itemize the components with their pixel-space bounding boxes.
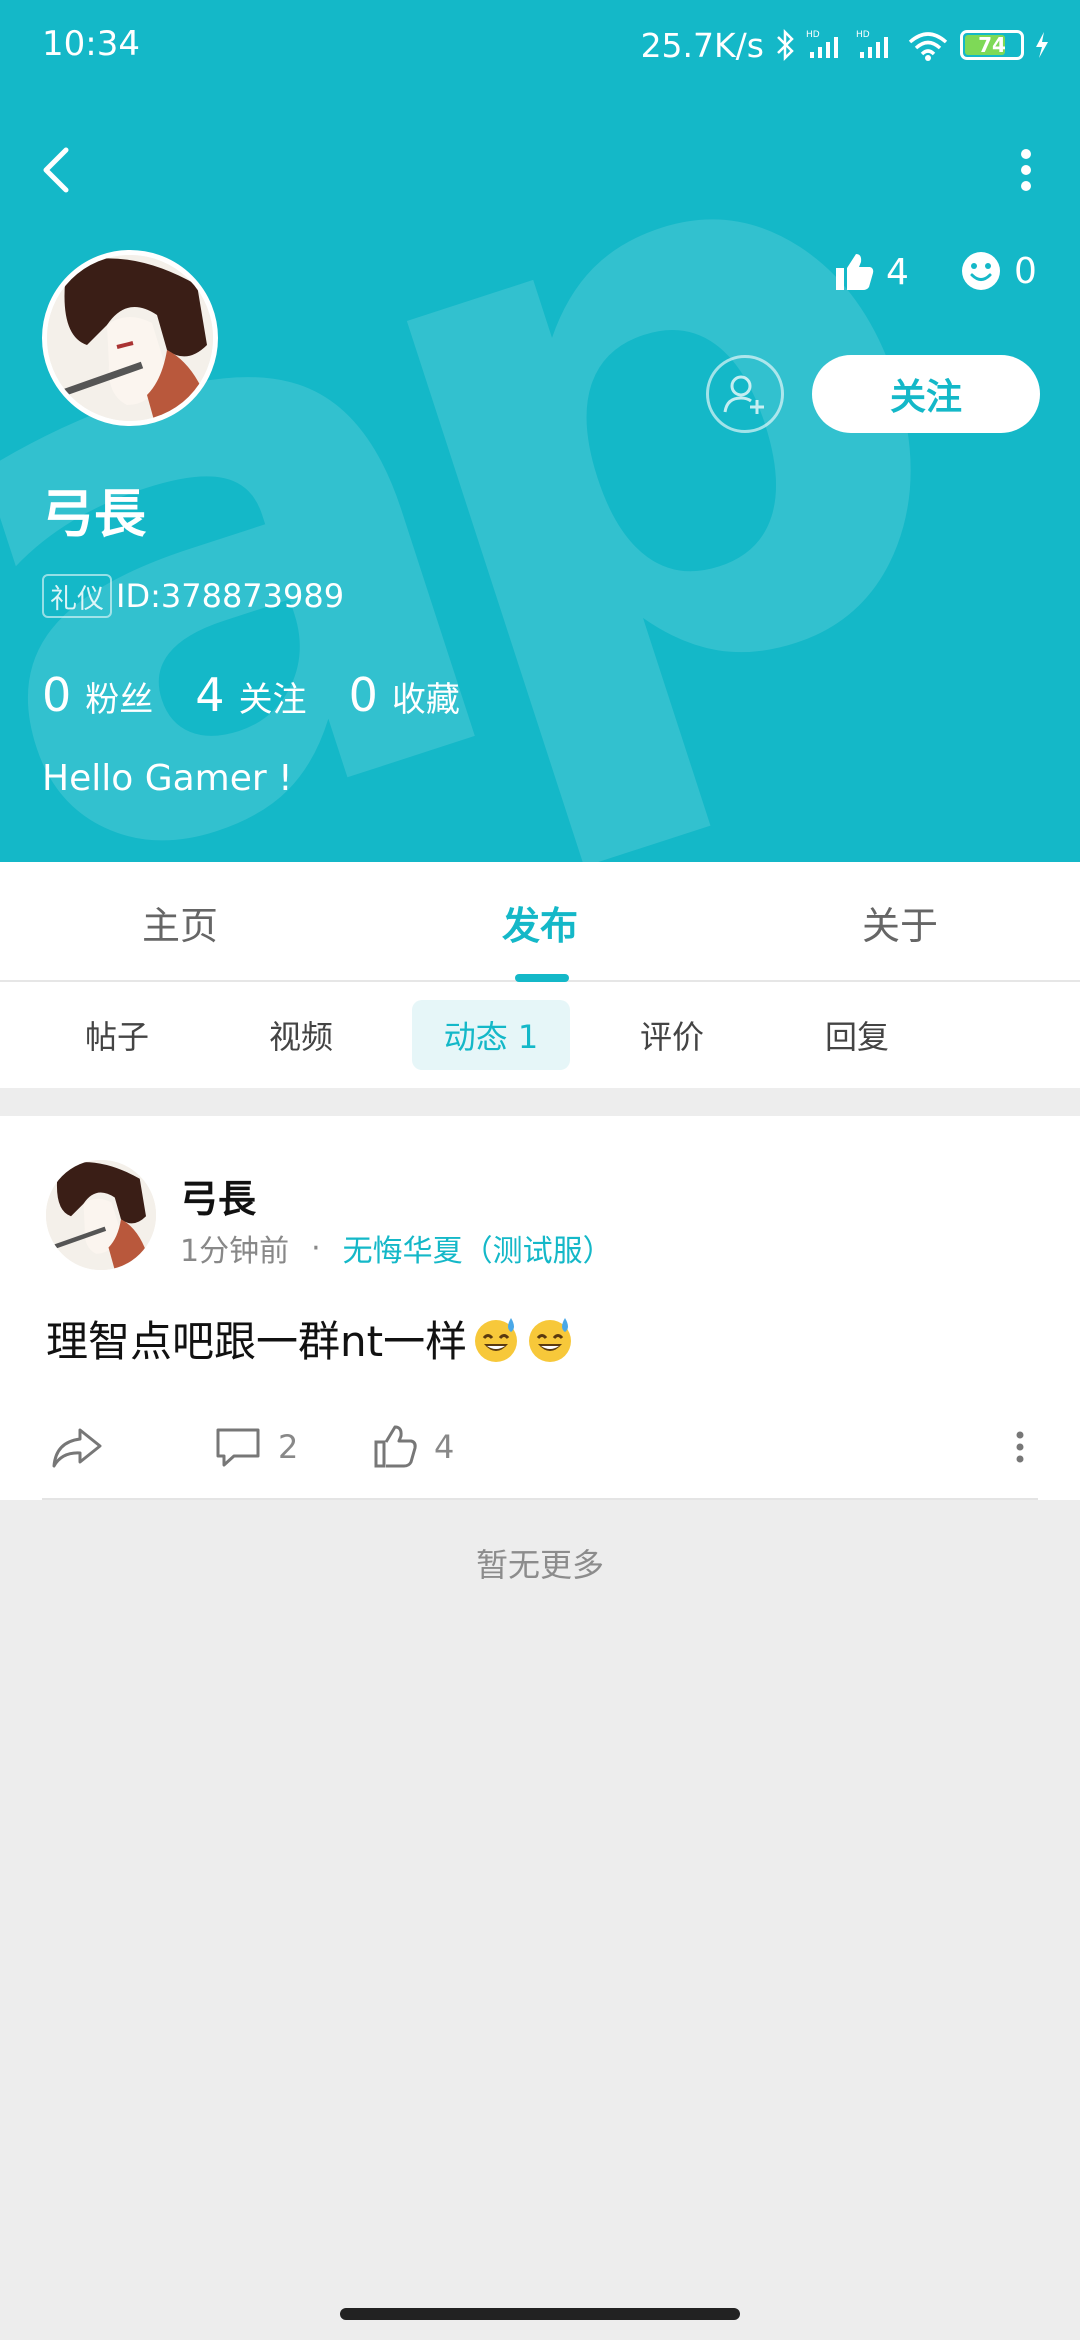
sweat-smile-emoji-icon: [475, 1317, 518, 1362]
user-add-icon: [723, 375, 764, 414]
favorites-count[interactable]: 0 收藏: [349, 668, 460, 722]
bluetooth-icon: [777, 28, 794, 62]
profile-id-row: 礼仪 ID:378873989: [42, 574, 344, 618]
add-friend-button[interactable]: [706, 355, 784, 433]
post-author-avatar[interactable]: [46, 1160, 156, 1270]
comment-count: 2: [278, 1428, 299, 1466]
post-text: 理智点吧跟一群nt一样: [46, 1317, 468, 1366]
profile-bio: Hello Gamer !: [42, 758, 293, 799]
tab-about[interactable]: 关于: [720, 862, 1080, 982]
post-meta-separator: ·: [311, 1230, 321, 1266]
tab-active-indicator: [515, 974, 569, 982]
comment-icon: [216, 1428, 260, 1467]
net-speed: 25.7K/s: [640, 25, 764, 65]
smile-icon: [962, 252, 1000, 290]
post-time: 1分钟前: [180, 1234, 290, 1269]
subtab-moments[interactable]: 动态 1: [412, 1000, 570, 1070]
profile-tabs: 主页 发布 关于: [0, 862, 1080, 982]
publish-subtabs: 帖子 视频 动态 1 评价 回复: [0, 982, 1080, 1088]
post-divider: [42, 1498, 1038, 1500]
likes-count: 4: [886, 251, 909, 293]
back-button[interactable]: [36, 140, 86, 200]
fans-count[interactable]: 0 粉丝: [42, 668, 153, 722]
signal-hd-icon: HD: [806, 30, 838, 58]
thumbs-up-outline-icon: [374, 1425, 417, 1468]
subtab-videos[interactable]: 视频: [222, 1000, 380, 1070]
likes-stat: 4: [832, 250, 909, 294]
fans-count-number: 0: [42, 668, 72, 722]
status-bar: 10:34 25.7K/s HD HD 74: [0, 0, 1080, 90]
profile-avatar[interactable]: [42, 250, 218, 426]
comment-button[interactable]: 2: [214, 1424, 298, 1470]
profile-username: 弓長: [42, 485, 147, 545]
like-button[interactable]: 4: [372, 1424, 454, 1470]
thumbs-up-icon: [836, 254, 874, 290]
charging-icon: [1036, 32, 1048, 58]
more-vertical-icon: [1021, 149, 1031, 191]
more-options-button[interactable]: [1006, 140, 1046, 200]
svg-text:HD: HD: [806, 30, 820, 40]
moment-post[interactable]: 弓長 1分钟前 · 无悔华夏（测试服） 理智点吧跟一群nt一样 2 4: [0, 1116, 1080, 1500]
no-more-text: 暂无更多: [475, 1546, 604, 1584]
wifi-icon: [908, 32, 948, 61]
post-author-name[interactable]: 弓長: [180, 1168, 256, 1223]
etiquette-badge: 礼仪: [42, 574, 112, 618]
subtab-threads[interactable]: 帖子: [38, 1000, 196, 1070]
tab-about-label: 关于: [861, 903, 938, 948]
fans-count-label: 粉丝: [85, 680, 154, 720]
profile-header: ap 10:34 25.7K/s HD HD 74 4 0 关注 弓長 礼仪 I…: [0, 0, 1080, 862]
subtab-reviews[interactable]: 评价: [593, 1000, 751, 1070]
profile-counts: 0 粉丝 4 关注 0 收藏: [42, 668, 502, 722]
favorites-count-number: 0: [348, 668, 378, 722]
following-count-label: 关注: [238, 680, 307, 720]
post-content: 理智点吧跟一群nt一样: [46, 1308, 575, 1369]
smile-stat: 0: [960, 250, 1037, 292]
like-count: 4: [434, 1428, 455, 1466]
subtab-replies[interactable]: 回复: [778, 1000, 936, 1070]
tab-home[interactable]: 主页: [0, 862, 360, 982]
share-button[interactable]: [50, 1424, 104, 1470]
favorites-count-label: 收藏: [391, 680, 460, 720]
profile-id: ID:378873989: [116, 577, 345, 615]
sweat-smile-emoji-icon: [529, 1317, 572, 1362]
battery-level: 74: [978, 33, 1006, 57]
status-icons: 25.7K/s HD HD 74: [641, 20, 1050, 70]
battery-icon: 74: [960, 30, 1024, 60]
tab-posts[interactable]: 发布: [360, 862, 720, 982]
more-vertical-icon: [1016, 1431, 1024, 1463]
following-count-number: 4: [195, 668, 225, 722]
post-meta: 1分钟前 · 无悔华夏（测试服）: [180, 1226, 613, 1270]
signal-hd-icon-2: HD: [856, 30, 888, 58]
following-count[interactable]: 4 关注: [195, 668, 306, 722]
tab-posts-label: 发布: [501, 903, 578, 948]
post-actions: 2 4: [0, 1406, 1080, 1492]
share-icon: [52, 1428, 102, 1468]
post-more-button[interactable]: [1010, 1424, 1030, 1470]
post-forum-link[interactable]: 无悔华夏（测试服）: [343, 1226, 613, 1270]
home-indicator[interactable]: [340, 2308, 740, 2320]
svg-text:HD: HD: [856, 30, 870, 40]
smile-count: 0: [1014, 250, 1037, 292]
follow-button[interactable]: 关注: [812, 355, 1040, 433]
tab-home-label: 主页: [141, 903, 218, 948]
status-time: 10:34: [42, 24, 140, 64]
chevron-left-icon: [43, 147, 69, 193]
